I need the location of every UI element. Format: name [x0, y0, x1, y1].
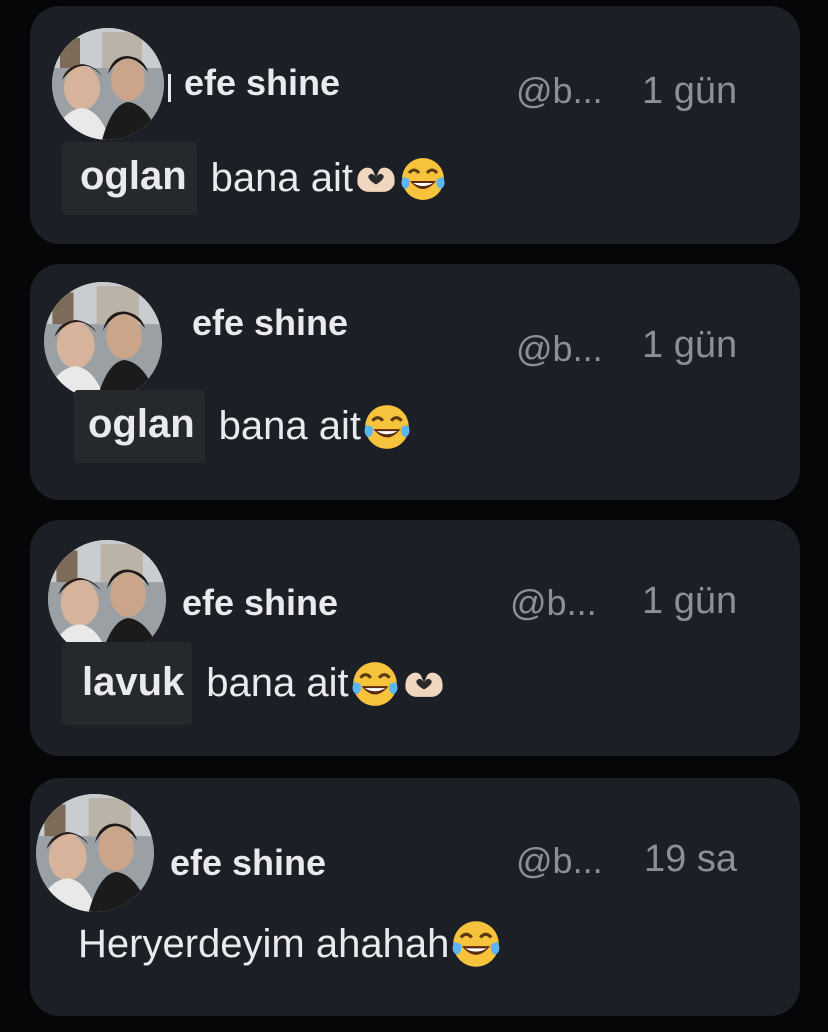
- avatar[interactable]: [48, 540, 166, 658]
- user-name[interactable]: efe shine: [170, 842, 326, 884]
- heart-hands-emoji-icon: [357, 167, 395, 192]
- divider: [168, 74, 171, 102]
- message-text: Heryerdeyim ahahah: [78, 921, 450, 966]
- comment-text: oglan bana ait: [62, 142, 447, 215]
- highlighted-word: lavuk: [62, 642, 193, 725]
- highlighted-word: oglan: [74, 390, 205, 463]
- laughing-tears-emoji-icon: [451, 919, 502, 969]
- profile-photo: [36, 794, 154, 912]
- comment-card[interactable]: efe shine @b... 1 gün oglan bana ait: [30, 264, 800, 500]
- user-handle[interactable]: @b...: [510, 582, 597, 624]
- message-text: bana ait: [210, 156, 354, 200]
- profile-photo: [48, 540, 166, 658]
- comment-text: lavuk bana ait: [62, 642, 447, 725]
- comment-card[interactable]: efe shine @b... 1 gün lavuk bana ait: [30, 520, 800, 756]
- laughing-tears-emoji-icon: [362, 403, 412, 450]
- comment-text: Heryerdeyim ahahah: [78, 918, 503, 970]
- timestamp[interactable]: 1 gün: [642, 580, 737, 623]
- user-name[interactable]: efe shine: [184, 62, 340, 104]
- laughing-tears-emoji-icon: [350, 660, 399, 707]
- comment-card[interactable]: efe shine @b... 1 gün oglan bana ait: [30, 6, 800, 244]
- comment-text: oglan bana ait: [74, 390, 413, 463]
- timestamp[interactable]: 1 gün: [642, 324, 737, 367]
- user-handle[interactable]: @b...: [516, 840, 603, 882]
- laughing-tears-emoji-icon: [399, 156, 447, 201]
- message-text: bana ait: [218, 404, 362, 448]
- user-name[interactable]: efe shine: [182, 582, 338, 624]
- highlighted-word: oglan: [62, 142, 197, 215]
- profile-photo: [52, 28, 164, 140]
- user-name[interactable]: efe shine: [192, 302, 348, 344]
- message-text: bana ait: [206, 661, 349, 705]
- avatar[interactable]: [36, 794, 154, 912]
- user-handle[interactable]: @b...: [516, 70, 603, 112]
- user-handle[interactable]: @b...: [516, 328, 603, 370]
- profile-photo: [44, 282, 162, 400]
- avatar[interactable]: [52, 28, 164, 140]
- timestamp[interactable]: 19 sa: [644, 838, 737, 881]
- comment-card[interactable]: efe shine @b... 19 sa Heryerdeyim ahahah: [30, 778, 800, 1016]
- avatar[interactable]: [44, 282, 162, 400]
- timestamp[interactable]: 1 gün: [642, 70, 737, 113]
- heart-hands-emoji-icon: [405, 672, 443, 697]
